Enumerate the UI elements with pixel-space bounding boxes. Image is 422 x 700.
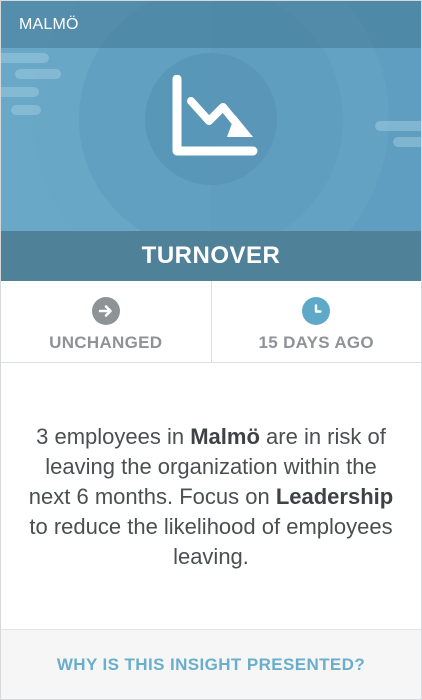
location-bar: MALMÖ: [1, 1, 421, 48]
why-insight-link[interactable]: WHY IS THIS INSIGHT PRESENTED?: [57, 655, 365, 675]
insight-text: 3 employees in Malmö are in risk of leav…: [28, 423, 394, 569]
updated-time-label: 15 DAYS AGO: [258, 333, 374, 352]
insight-title: TURNOVER: [141, 242, 281, 269]
title-bar: TURNOVER: [1, 231, 421, 281]
insight-message: 3 employees in Malmö are in risk of leav…: [1, 364, 421, 629]
trend-down-icon: [172, 75, 258, 156]
insight-hero: MALMÖ TURNOVER: [1, 1, 421, 281]
clock-icon: [302, 297, 331, 325]
stats-row: UNCHANGED 15 DAYS AGO: [1, 281, 421, 363]
insight-card: MALMÖ TURNOVER UNCHANGED 15 DAYS AGO 3 e…: [0, 0, 422, 700]
stat-updated: 15 DAYS AGO: [210, 281, 422, 362]
arrow-right-circle-icon: [91, 297, 120, 325]
stat-trend: UNCHANGED: [1, 281, 211, 362]
location-label: MALMÖ: [19, 15, 79, 33]
message-location: Malmö: [190, 423, 260, 449]
message-focus-area: Leadership: [275, 483, 394, 509]
trend-status-label: UNCHANGED: [49, 333, 163, 352]
why-insight-button[interactable]: WHY IS THIS INSIGHT PRESENTED?: [1, 629, 421, 699]
